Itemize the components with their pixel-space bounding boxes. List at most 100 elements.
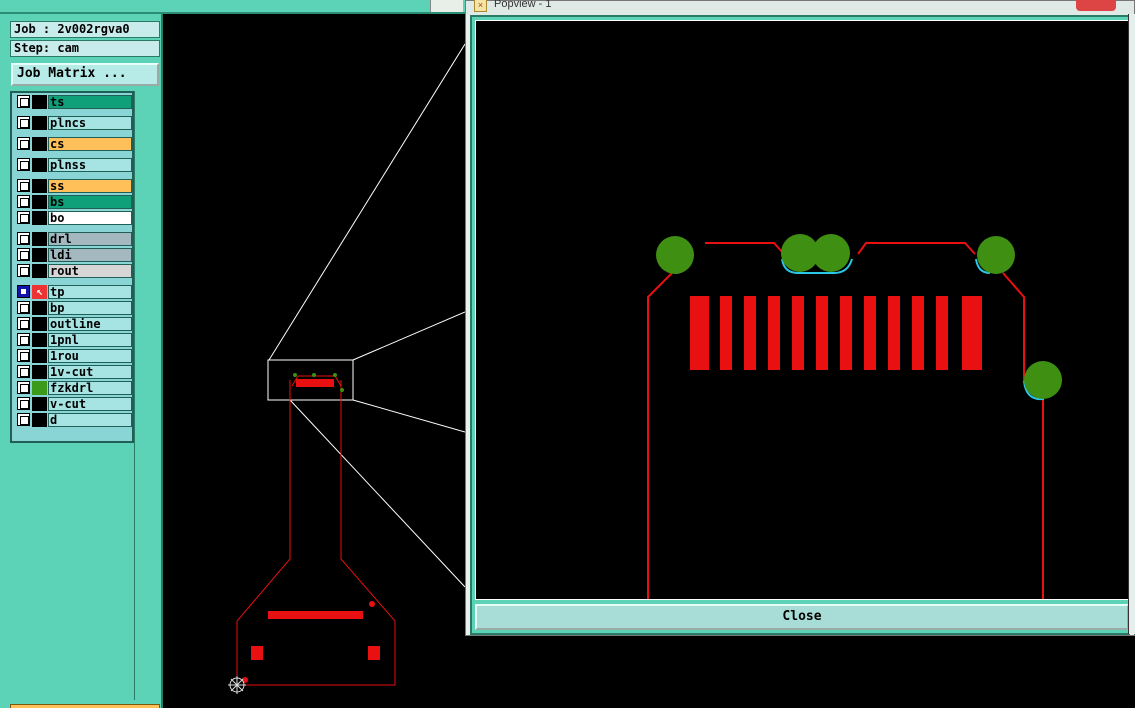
layer-name[interactable]: ldi: [48, 248, 132, 262]
layer-swatch[interactable]: [32, 195, 47, 209]
layer-row-d[interactable]: d: [16, 413, 132, 427]
popview-window: × Popview - 1 Close: [465, 0, 1135, 636]
layer-checkbox[interactable]: [17, 301, 30, 314]
layer-swatch[interactable]: [32, 158, 47, 172]
layer-row-bs[interactable]: bs: [16, 195, 132, 209]
layer-row-v-cut[interactable]: v-cut: [16, 397, 132, 411]
layer-name[interactable]: bs: [48, 195, 132, 209]
popview-window-icon: ×: [474, 0, 487, 12]
layer-name[interactable]: drl: [48, 232, 132, 246]
layer-swatch[interactable]: [32, 365, 47, 379]
layer-name[interactable]: tp: [48, 285, 132, 299]
arrow-icon[interactable]: ↖: [32, 285, 47, 299]
layer-swatch[interactable]: [32, 264, 47, 278]
layer-row-cs[interactable]: cs: [16, 137, 132, 151]
graphic-editor-canvas[interactable]: [165, 14, 465, 708]
layer-checkbox[interactable]: [17, 232, 30, 245]
layer-name[interactable]: rout: [48, 264, 132, 278]
popview-titlebar[interactable]: × Popview - 1: [466, 0, 1134, 15]
connector-fingers: [296, 379, 334, 387]
layer-checkbox[interactable]: [17, 381, 30, 394]
layer-name[interactable]: 1v-cut: [48, 365, 132, 379]
layer-checkbox[interactable]: [17, 211, 30, 224]
layer-swatch[interactable]: [32, 317, 47, 331]
layer-checkbox[interactable]: [17, 137, 30, 150]
layer-swatch[interactable]: [32, 333, 47, 347]
layer-row-1v-cut[interactable]: 1v-cut: [16, 365, 132, 379]
layer-row-outline[interactable]: outline: [16, 317, 132, 331]
pad-5: [1024, 361, 1062, 399]
pad-1: [656, 236, 694, 274]
layer-checkbox[interactable]: [17, 248, 30, 261]
pad-4: [977, 236, 1015, 274]
layer-swatch[interactable]: [32, 137, 47, 151]
layer-checkbox[interactable]: [17, 179, 30, 192]
layer-name[interactable]: ts: [48, 95, 132, 109]
layer-checkbox[interactable]: [17, 317, 30, 330]
layer-checkbox[interactable]: [17, 264, 30, 277]
layer-swatch[interactable]: [32, 95, 47, 109]
layer-name[interactable]: cs: [48, 137, 132, 151]
close-icon[interactable]: [1076, 0, 1116, 11]
layer-row-plncs[interactable]: plncs: [16, 116, 132, 130]
layer-swatch[interactable]: [32, 211, 47, 225]
layer-name[interactable]: 1rou: [48, 349, 132, 363]
layer-checkbox[interactable]: [17, 349, 30, 362]
layer-swatch[interactable]: [32, 116, 47, 130]
layer-row-rout[interactable]: rout: [16, 264, 132, 278]
layer-checkbox[interactable]: [17, 116, 30, 129]
fiducial: [369, 601, 375, 607]
close-button[interactable]: Close: [475, 604, 1129, 630]
top-strip-control[interactable]: [430, 0, 463, 12]
right-scrollbar[interactable]: [1128, 14, 1135, 634]
layer-row-bp[interactable]: bp: [16, 301, 132, 315]
layer-name[interactable]: v-cut: [48, 397, 132, 411]
layer-row-ts[interactable]: ts: [16, 95, 132, 109]
layer-row-1pnl[interactable]: 1pnl: [16, 333, 132, 347]
layer-row-fzkdrl[interactable]: fzkdrl: [16, 381, 132, 395]
layer-name[interactable]: plncs: [48, 116, 132, 130]
layer-row-drl[interactable]: drl: [16, 232, 132, 246]
layer-row-ss[interactable]: ss: [16, 179, 132, 193]
layer-list-scrollbar[interactable]: [134, 91, 160, 700]
layer-swatch[interactable]: [32, 179, 47, 193]
small-pad-4: [340, 388, 344, 392]
layer-name[interactable]: d: [48, 413, 132, 427]
small-pad-3: [333, 373, 337, 377]
layer-swatch[interactable]: [32, 232, 47, 246]
layer-name[interactable]: bp: [48, 301, 132, 315]
layer-row-plnss[interactable]: plnss: [16, 158, 132, 172]
layer-name[interactable]: bo: [48, 211, 132, 225]
layer-swatch[interactable]: [32, 397, 47, 411]
layer-name[interactable]: outline: [48, 317, 132, 331]
layer-name[interactable]: plnss: [48, 158, 132, 172]
small-pad-2: [312, 373, 316, 377]
layer-swatch[interactable]: [32, 349, 47, 363]
layer-swatch[interactable]: [32, 248, 47, 262]
popview-canvas[interactable]: [475, 20, 1129, 600]
layer-row-tp[interactable]: ↖ tp: [16, 285, 132, 299]
top-menu-strip: [0, 0, 465, 14]
popview-frame: Close: [470, 15, 1130, 635]
layer-name[interactable]: fzkdrl: [48, 381, 132, 395]
status-bar: [10, 704, 160, 708]
layer-swatch[interactable]: [32, 301, 47, 315]
layer-name[interactable]: ss: [48, 179, 132, 193]
layer-checkbox[interactable]: [17, 333, 30, 346]
layer-checkbox[interactable]: [17, 285, 30, 298]
layer-checkbox[interactable]: [17, 413, 30, 426]
layer-checkbox[interactable]: [17, 95, 30, 108]
layer-swatch[interactable]: [32, 413, 47, 427]
layer-row-1rou[interactable]: 1rou: [16, 349, 132, 363]
layer-checkbox[interactable]: [17, 365, 30, 378]
job-matrix-button[interactable]: Job Matrix ...: [11, 63, 159, 86]
layer-swatch[interactable]: [32, 381, 47, 395]
layer-name[interactable]: 1pnl: [48, 333, 132, 347]
layer-checkbox[interactable]: [17, 158, 30, 171]
layer-row-ldi[interactable]: ldi: [16, 248, 132, 262]
layer-row-bo[interactable]: bo: [16, 211, 132, 225]
layer-checkbox[interactable]: [17, 397, 30, 410]
layer-checkbox[interactable]: [17, 195, 30, 208]
zoom-line-upper: [352, 311, 465, 361]
board-view: [228, 43, 465, 694]
